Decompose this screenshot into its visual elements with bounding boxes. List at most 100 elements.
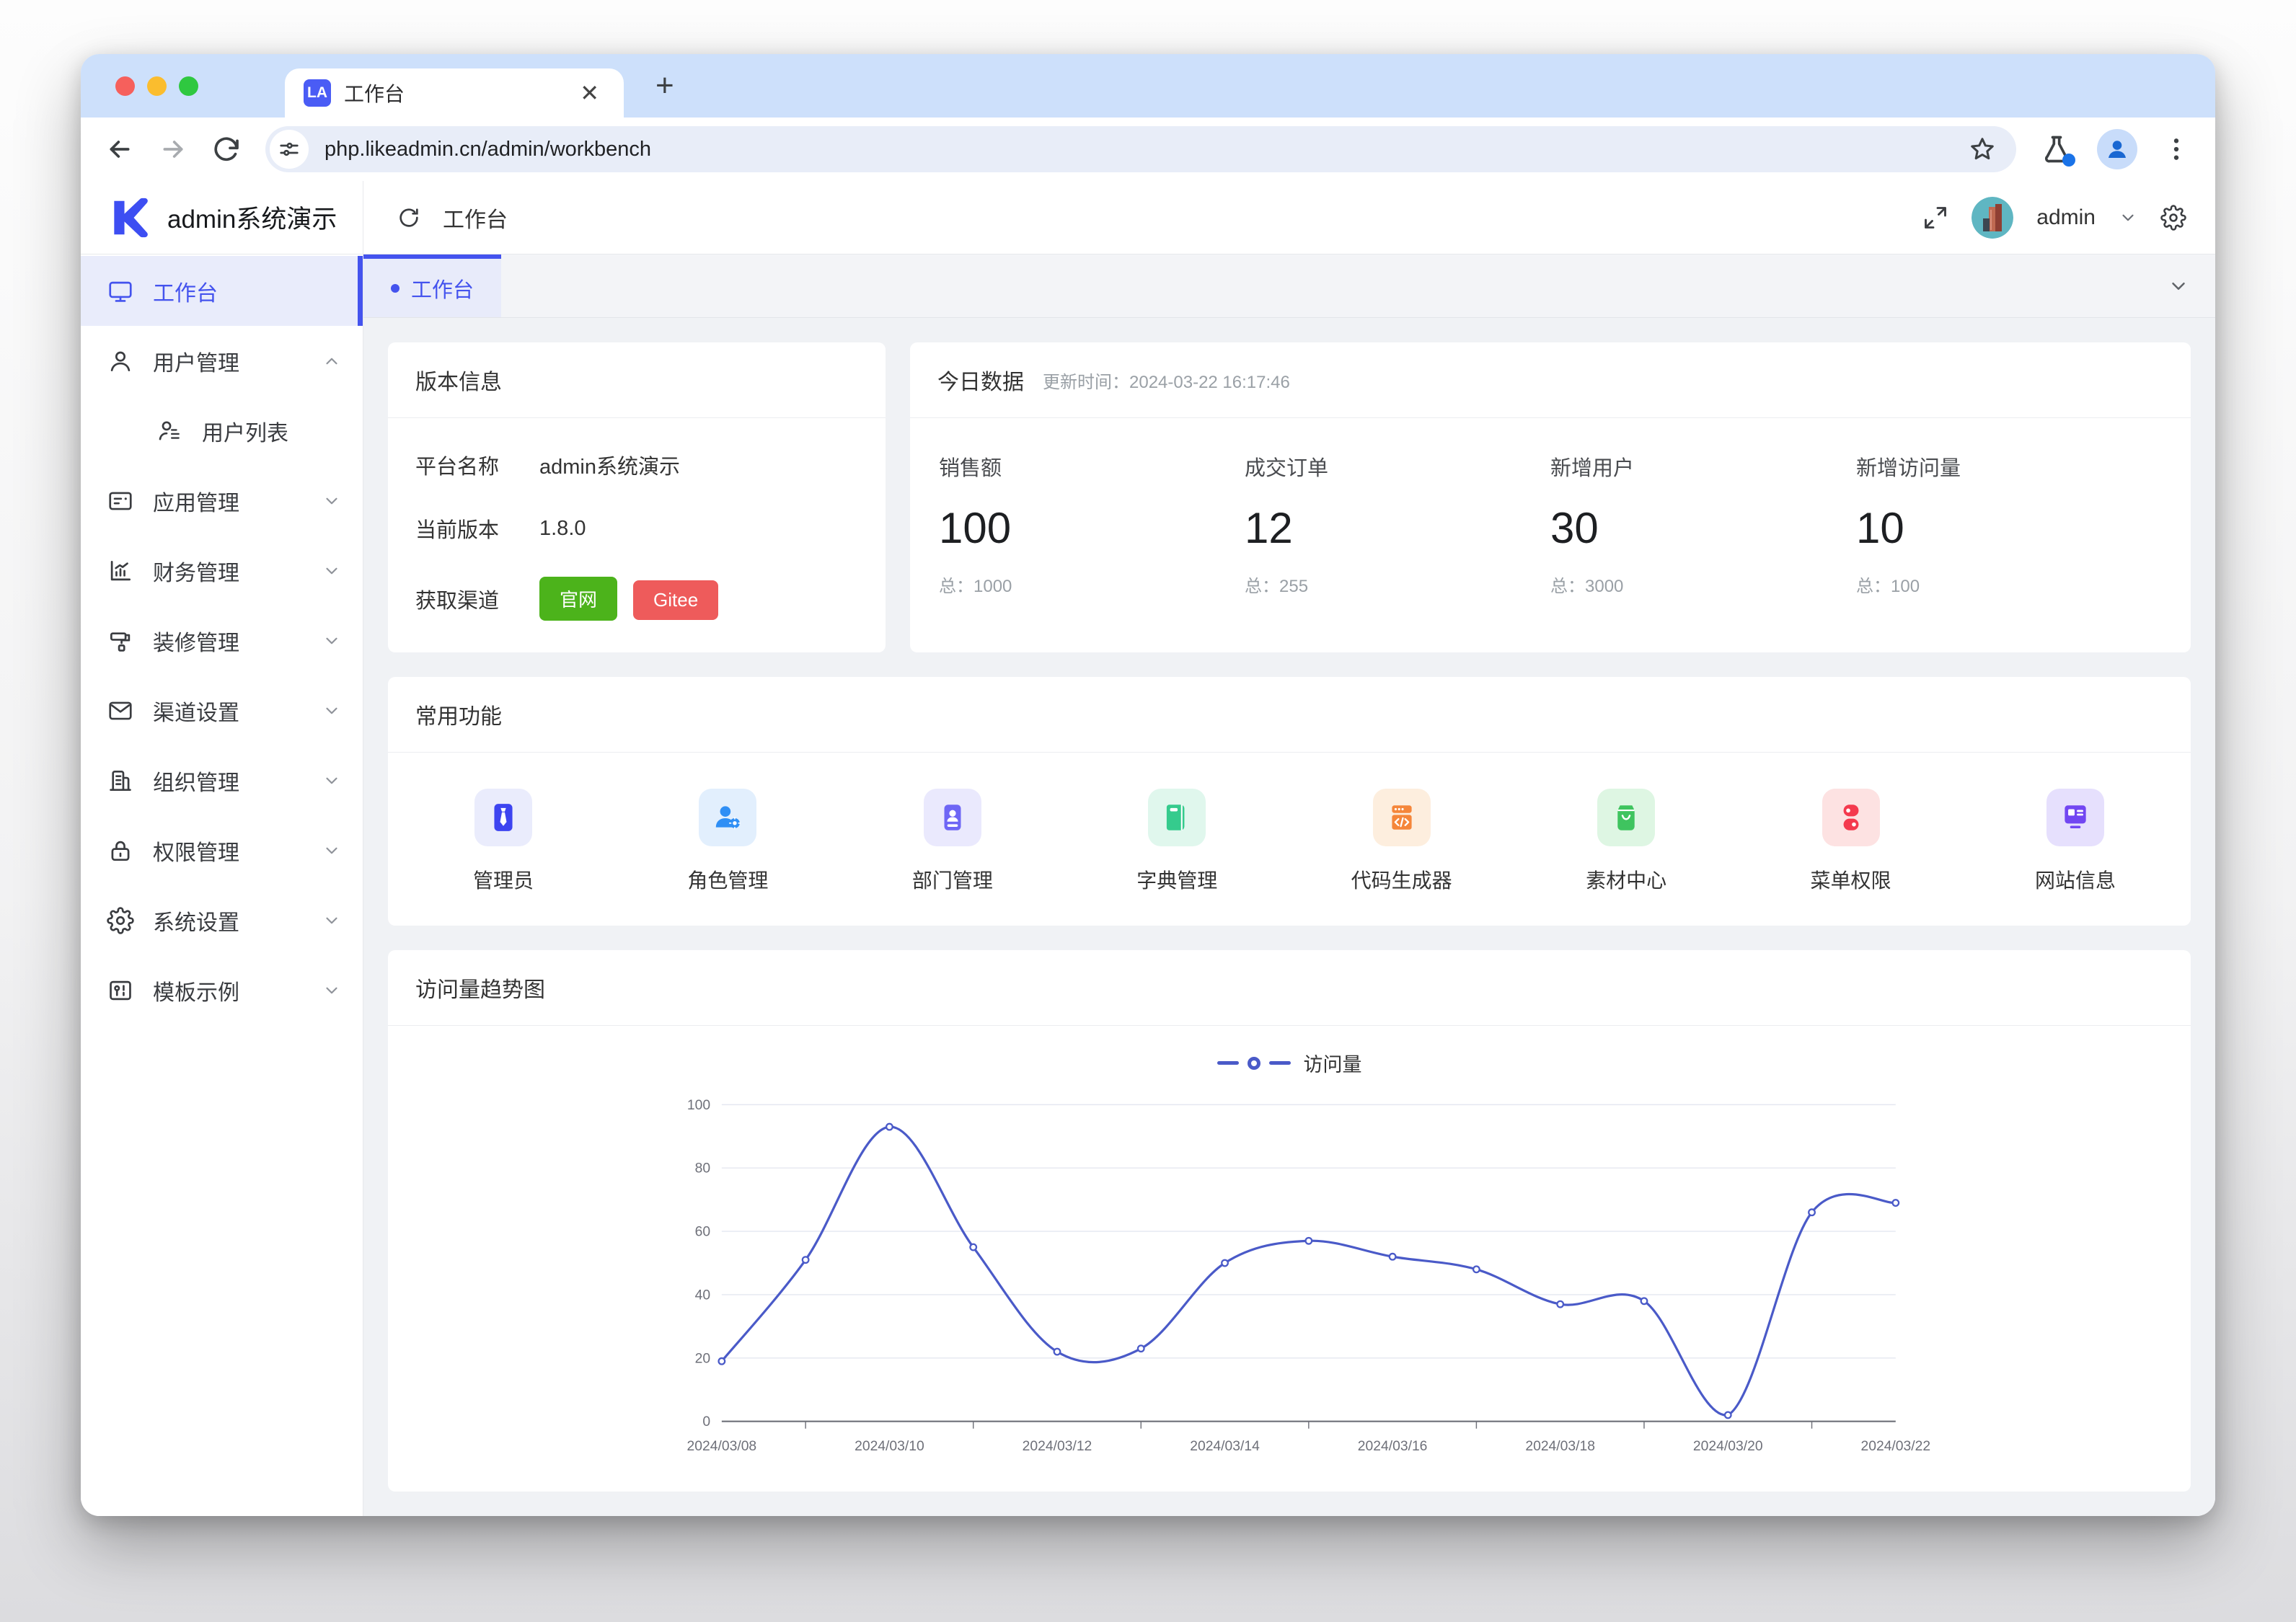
back-icon[interactable]: [105, 135, 134, 164]
legend-label: 访问量: [1304, 1049, 1362, 1077]
browser-toolbar: php.likeadmin.cn/admin/workbench: [81, 118, 2215, 181]
browser-tab[interactable]: LA 工作台 ✕: [285, 68, 624, 118]
feature-item[interactable]: 网站信息: [2003, 789, 2147, 894]
sidebar-item-auth-manage[interactable]: 权限管理: [81, 815, 363, 885]
sidebar-item-app-manage[interactable]: 应用管理: [81, 466, 363, 536]
updated-time: 更新时间：2024-03-22 16:17:46: [1043, 368, 1290, 393]
legend-line-icon: [1217, 1061, 1239, 1065]
sidebar-item-system-settings[interactable]: 系统设置: [81, 885, 363, 955]
tabs-chevron-down-icon[interactable]: [2142, 254, 2215, 317]
zoom-window-button[interactable]: [179, 76, 198, 96]
platform-name-value: admin系统演示: [539, 450, 680, 480]
user-menu-chevron-down-icon[interactable]: [2119, 208, 2137, 227]
sidebar-item-finance-manage[interactable]: 财务管理: [81, 536, 363, 606]
feature-item[interactable]: 管理员: [431, 789, 575, 894]
platform-name-row: 平台名称 admin系统演示: [415, 450, 858, 480]
sidebar-item-channel-settings[interactable]: 渠道设置: [81, 675, 363, 745]
experiments-flask-icon[interactable]: [2041, 133, 2072, 165]
feature-item[interactable]: 字典管理: [1105, 789, 1249, 894]
website-info-icon: [2046, 789, 2104, 846]
legend-ring-icon: [1248, 1057, 1260, 1070]
sidebar-item-org-manage[interactable]: 组织管理: [81, 745, 363, 815]
chevron-down-icon: [322, 981, 341, 1000]
sidebar-item-label: 系统设置: [153, 905, 304, 936]
svg-text:60: 60: [695, 1225, 710, 1240]
today-stat: 销售额100总：1000: [939, 451, 1245, 597]
new-tab-button[interactable]: +: [655, 68, 674, 104]
svg-text:2024/03/10: 2024/03/10: [855, 1439, 924, 1454]
page-tabs-bar: 工作台: [363, 254, 2215, 318]
brand-zone[interactable]: admin系统演示: [81, 181, 363, 254]
svg-text:2024/03/22: 2024/03/22: [1860, 1439, 1930, 1454]
feature-item[interactable]: 部门管理: [880, 789, 1025, 894]
menu-auth-icon: [1822, 789, 1880, 846]
sidebar-item-label: 工作台: [153, 275, 341, 307]
sidebar-subitem-label: 用户列表: [202, 415, 341, 447]
settings-gear-icon[interactable]: [2160, 205, 2186, 231]
forward-icon[interactable]: [159, 135, 187, 164]
browser-menu-kebab-icon[interactable]: [2162, 135, 2191, 164]
user-icon: [107, 347, 134, 375]
brand-name: admin系统演示: [167, 199, 337, 236]
today-data-card: 今日数据 更新时间：2024-03-22 16:17:46 销售额100总：10…: [910, 342, 2191, 652]
feature-label: 代码生成器: [1351, 865, 1452, 894]
sidebar-item-template-demo[interactable]: 模板示例: [81, 955, 363, 1025]
chart-legend[interactable]: 访问量: [410, 1049, 2169, 1077]
svg-text:2024/03/18: 2024/03/18: [1525, 1439, 1595, 1454]
window-controls: [115, 76, 198, 96]
monitor-icon: [107, 278, 134, 305]
feature-item[interactable]: 代码生成器: [1330, 789, 1474, 894]
user-name[interactable]: admin: [2036, 205, 2096, 230]
address-bar[interactable]: php.likeadmin.cn/admin/workbench: [265, 126, 2016, 172]
minimize-window-button[interactable]: [147, 76, 167, 96]
sidebar-item-workbench[interactable]: 工作台: [81, 256, 363, 326]
common-features-card: 常用功能 管理员角色管理部门管理字典管理代码生成器素材中心菜单权限网站信息: [388, 677, 2191, 926]
url-text[interactable]: php.likeadmin.cn/admin/workbench: [324, 138, 1953, 161]
tab-close-icon[interactable]: ✕: [574, 79, 605, 107]
user-list-icon: [156, 417, 183, 445]
stat-value: 12: [1245, 503, 1550, 553]
site-settings-icon[interactable]: [270, 130, 309, 169]
version-info-card: 版本信息 平台名称 admin系统演示 当前版本 1.8.0: [388, 342, 886, 652]
chevron-down-icon: [322, 771, 341, 790]
sidebar-item-label: 组织管理: [153, 765, 304, 797]
template-icon: [107, 977, 134, 1004]
decorate-icon: [107, 627, 134, 655]
app-icon: [107, 487, 134, 515]
feature-item[interactable]: 菜单权限: [1779, 789, 1923, 894]
channel-button-gitee[interactable]: Gitee: [633, 580, 718, 620]
page-tab-label: 工作台: [411, 273, 474, 303]
sidebar-subitem-user-list[interactable]: 用户列表: [81, 396, 363, 466]
channel-button-官网[interactable]: 官网: [539, 577, 617, 621]
user-avatar[interactable]: [1972, 197, 2013, 239]
stat-total: 总：255: [1245, 572, 1550, 597]
svg-text:20: 20: [695, 1351, 710, 1366]
stat-value: 30: [1550, 503, 1856, 553]
fullscreen-icon[interactable]: [1922, 205, 1948, 231]
svg-text:2024/03/12: 2024/03/12: [1023, 1439, 1092, 1454]
workbench-content: 版本信息 平台名称 admin系统演示 当前版本 1.8.0: [363, 318, 2215, 1516]
chevron-down-icon: [322, 631, 341, 650]
reload-icon[interactable]: [212, 135, 241, 164]
refresh-icon[interactable]: [397, 205, 421, 230]
browser-window: LA 工作台 ✕ + php.likeadmin.cn/admin/workbe…: [81, 54, 2215, 1516]
current-version-row: 当前版本 1.8.0: [415, 513, 858, 544]
bookmark-star-icon[interactable]: [1969, 136, 1996, 163]
admin-app: admin系统演示 工作台 admin 工作台用户管理用户列表应用管理财务管理装…: [81, 181, 2215, 1516]
channel-label: 获取渠道: [415, 584, 539, 614]
feature-item[interactable]: 素材中心: [1554, 789, 1698, 894]
svg-text:0: 0: [702, 1414, 710, 1430]
feature-item[interactable]: 角色管理: [655, 789, 800, 894]
stat-total: 总：1000: [939, 572, 1245, 597]
browser-profile-avatar[interactable]: [2097, 129, 2137, 169]
close-window-button[interactable]: [115, 76, 135, 96]
sidebar-item-user-manage[interactable]: 用户管理: [81, 326, 363, 396]
page-tab-workbench[interactable]: 工作台: [363, 254, 501, 317]
sidebar-item-label: 权限管理: [153, 835, 304, 867]
sidebar-item-label: 装修管理: [153, 625, 304, 657]
feature-label: 字典管理: [1136, 865, 1217, 894]
visits-trend-card: 访问量趋势图 访问量 0204060801002024/03/082024/03…: [388, 950, 2191, 1492]
breadcrumb-label: 工作台: [443, 202, 508, 234]
chevron-down-icon: [322, 562, 341, 580]
sidebar-item-decorate-manage[interactable]: 装修管理: [81, 606, 363, 675]
